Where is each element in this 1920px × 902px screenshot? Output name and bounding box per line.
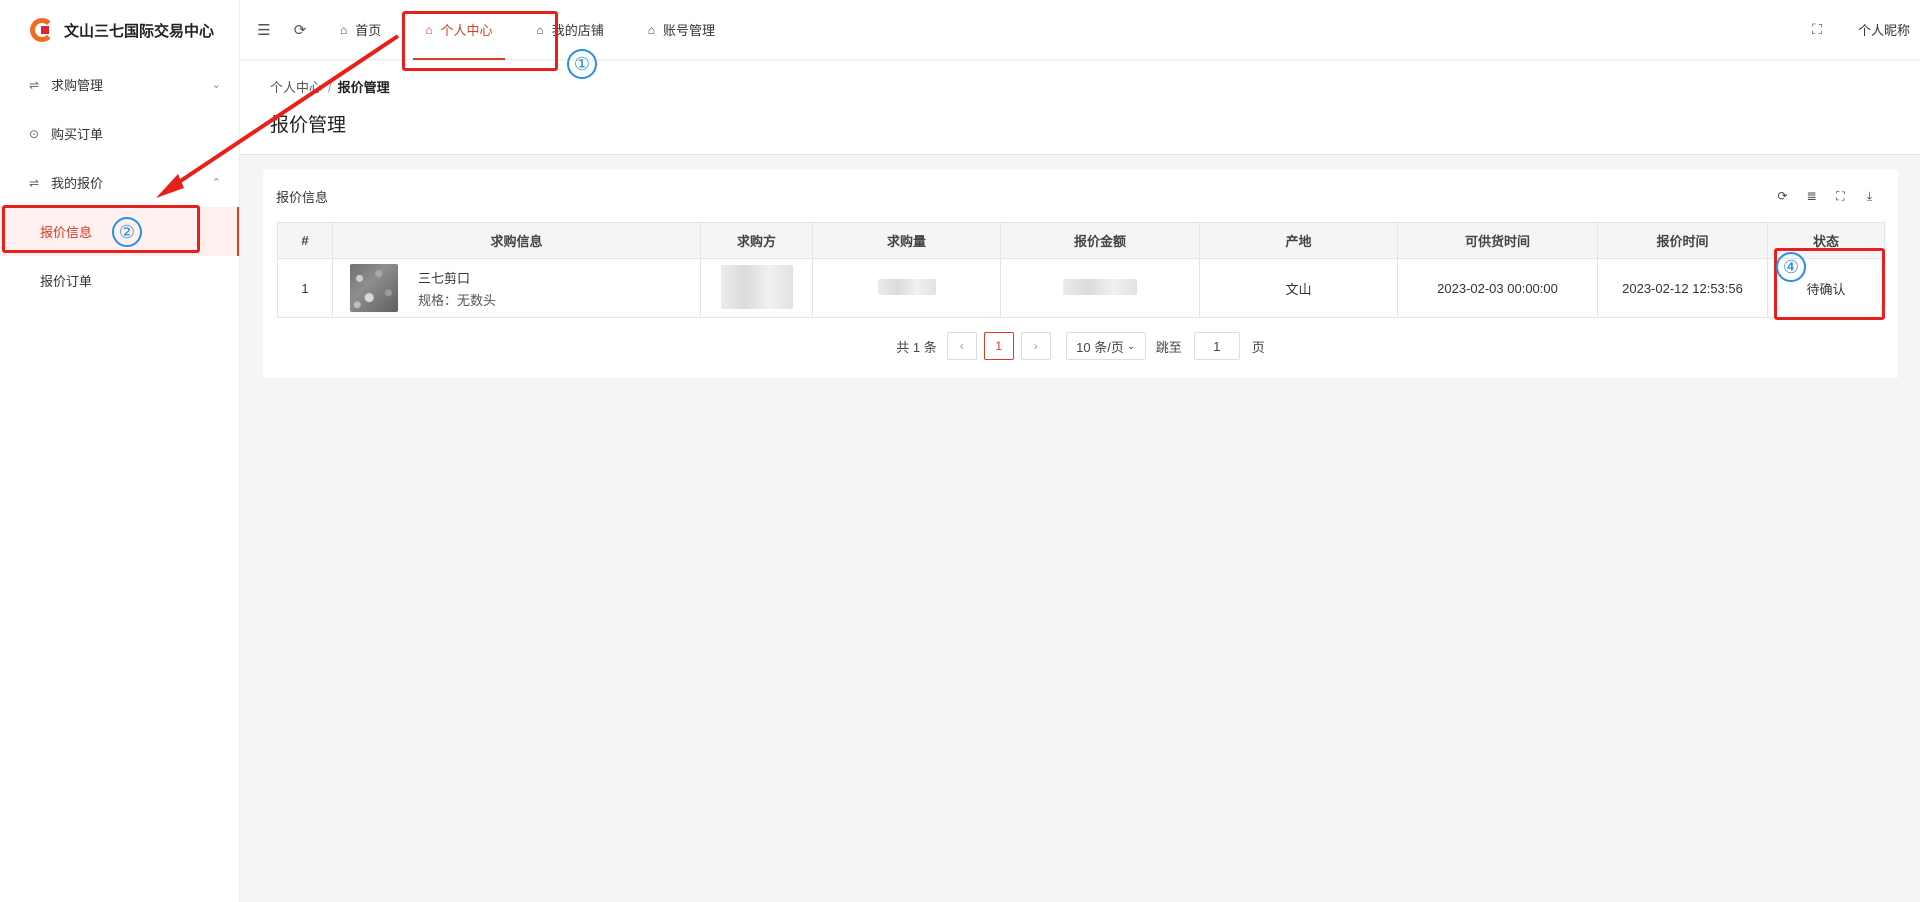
density-icon[interactable]: ≣	[1797, 189, 1826, 204]
tab-label: 我的店铺	[551, 23, 604, 38]
table-header-row: # 求购信息 求购方 求购量 报价金额 产地 可供货时间 报价时间 状态	[277, 222, 1885, 259]
sliders-icon: ⇌	[28, 77, 40, 92]
clock-icon: ⊙	[28, 126, 40, 141]
logo-icon	[30, 18, 54, 42]
row-index: 1	[277, 258, 333, 318]
breadcrumb: 个人中心 / 报价管理	[270, 77, 1920, 96]
column-header: 报价金额	[1000, 222, 1200, 259]
annotation-arrow	[156, 34, 400, 198]
sidebar-item-label: 报价订单	[40, 274, 93, 289]
product-cell: 三七剪口 规格：无数头	[332, 258, 701, 318]
column-header: #	[277, 222, 333, 259]
refresh-icon[interactable]: ⟳	[1768, 189, 1797, 204]
column-header: 可供货时间	[1397, 222, 1598, 259]
page-size-select[interactable]: 10 条/页 ⌄	[1065, 332, 1146, 360]
pagination: 共 1 条 ‹ 1 › 10 条/页 ⌄ 跳至 1 页	[277, 332, 1884, 360]
quantity-cell	[812, 258, 1001, 318]
column-header: 求购信息	[332, 222, 701, 259]
column-header: 求购方	[700, 222, 813, 259]
annotation-box-2	[2, 205, 200, 253]
quote-info-card: 报价信息 ⟳ ≣ ⛶ ⤓ # 求购信息 求购方 求购量 报价金额 产地 可供货时…	[263, 170, 1898, 378]
sidebar-item-label: 求购管理	[51, 78, 104, 93]
quote-table: # 求购信息 求购方 求购量 报价金额 产地 可供货时间 报价时间 状态 1 三…	[277, 222, 1885, 318]
fullscreen-icon[interactable]: ⛶	[1812, 21, 1822, 38]
next-page-button[interactable]: ›	[1020, 332, 1051, 360]
amount-cell	[1000, 258, 1200, 318]
goto-label: 跳至	[1155, 339, 1182, 355]
page-suffix: 页	[1251, 339, 1265, 355]
goto-page-input[interactable]: 1	[1193, 332, 1240, 360]
home-icon: ⌂	[647, 22, 656, 37]
page-number-button[interactable]: 1	[983, 332, 1014, 360]
product-name: 三七剪口	[418, 270, 471, 286]
supply-time-cell: 2023-02-03 00:00:00	[1397, 258, 1598, 318]
user-nickname[interactable]: 个人昵称	[1858, 20, 1910, 39]
column-header: 产地	[1199, 222, 1398, 259]
sidebar-item-label: 购买订单	[51, 127, 104, 142]
product-thumbnail[interactable]	[350, 264, 398, 312]
page-size-value: 10 条/页	[1076, 339, 1124, 355]
tab-label: 账号管理	[663, 23, 716, 38]
buyer-cell	[700, 258, 813, 318]
page-title: 报价管理	[270, 115, 347, 136]
sidebar-item-label: 我的报价	[51, 176, 104, 191]
column-header: 求购量	[812, 222, 1001, 259]
annotation-number-4: ④	[1776, 252, 1806, 282]
redacted-quantity	[877, 278, 936, 295]
chevron-down-icon: ⌄	[1126, 340, 1136, 352]
origin-cell: 文山	[1199, 258, 1398, 318]
sidebar-item-quote-orders[interactable]: 报价订单	[0, 256, 239, 305]
prev-page-button[interactable]: ‹	[946, 332, 977, 360]
column-header: 报价时间	[1597, 222, 1768, 259]
download-icon[interactable]: ⤓	[1855, 189, 1884, 204]
pagination-total: 共 1 条	[896, 339, 937, 355]
fullscreen-icon[interactable]: ⛶	[1826, 189, 1855, 204]
redacted-amount	[1063, 278, 1137, 295]
product-spec: 规格：无数头	[418, 292, 497, 308]
annotation-box-1	[402, 11, 558, 71]
quote-time-cell: 2023-02-12 12:53:56	[1597, 258, 1768, 318]
redacted-buyer	[720, 264, 793, 309]
annotation-number-2: ②	[112, 217, 142, 247]
annotation-number-1: ①	[567, 49, 597, 79]
tab-account-management[interactable]: ⌂ 账号管理	[626, 0, 737, 60]
table-row[interactable]: 1 三七剪口 规格：无数头 文山 2023-02-03 00:00:00 202…	[277, 258, 1885, 318]
sliders-icon: ⇌	[28, 175, 40, 190]
page-header: 个人中心 / 报价管理 报价管理	[240, 61, 1920, 155]
